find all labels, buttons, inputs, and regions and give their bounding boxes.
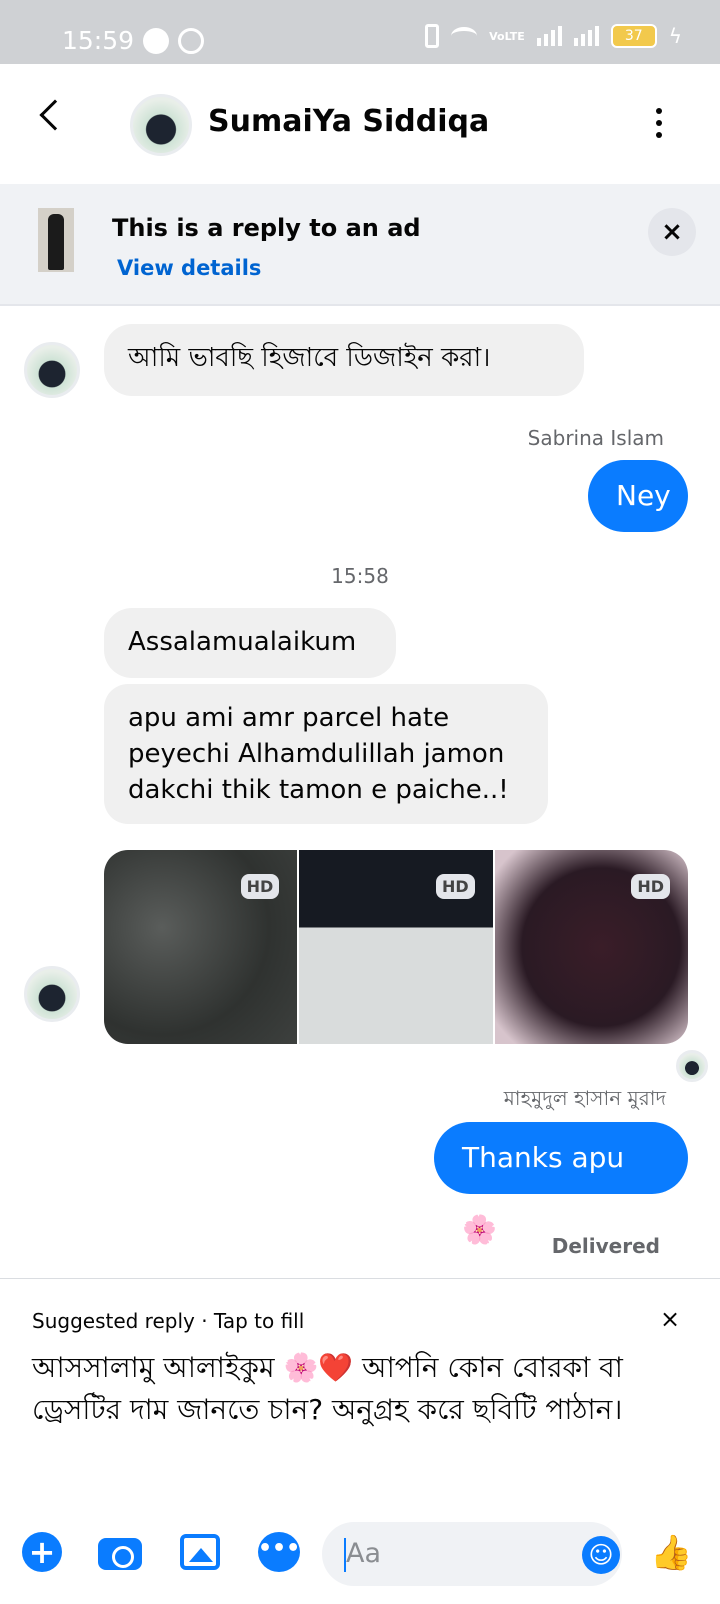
status-icons: VoLTE 37 ϟ bbox=[425, 24, 682, 48]
signal-icon-2 bbox=[573, 26, 599, 46]
more-options-icon[interactable] bbox=[656, 108, 662, 144]
seen-receipt-avatar bbox=[676, 1050, 708, 1082]
suggested-reply-label: Suggested reply · Tap to fill bbox=[32, 1309, 305, 1333]
photo-attachment[interactable]: HD bbox=[494, 850, 688, 1044]
gallery-icon[interactable] bbox=[180, 1534, 220, 1570]
message-timestamp: 15:58 bbox=[331, 564, 389, 588]
view-details-link[interactable]: View details bbox=[117, 256, 261, 280]
outgoing-message[interactable]: Thanks apu 🌸 bbox=[434, 1122, 688, 1246]
message-composer: + ••• Aa ☺ 👍 bbox=[0, 1500, 720, 1604]
delivery-status: Delivered bbox=[551, 1234, 660, 1258]
incoming-message[interactable]: Assalamualaikum bbox=[104, 608, 396, 678]
photo-attachment[interactable]: HD bbox=[299, 850, 493, 1044]
message-avatar[interactable] bbox=[24, 342, 80, 398]
charging-icon: ϟ bbox=[668, 24, 682, 48]
chat-header: SumaiYa Siddiqa bbox=[0, 64, 720, 184]
suggested-reply-panel: Suggested reply · Tap to fill × আসসালামু… bbox=[0, 1278, 720, 1500]
volte-icon: VoLTE bbox=[489, 29, 525, 43]
messenger-notification-icon bbox=[143, 28, 169, 54]
message-avatar[interactable] bbox=[24, 966, 80, 1022]
hd-badge: HD bbox=[240, 874, 280, 899]
ad-banner-title: This is a reply to an ad bbox=[112, 214, 421, 242]
hd-badge: HD bbox=[631, 874, 670, 899]
camera-icon[interactable] bbox=[98, 1538, 142, 1570]
ad-thumbnail[interactable] bbox=[38, 208, 74, 272]
ad-reply-banner: This is a reply to an ad View details × bbox=[0, 184, 720, 306]
incoming-message[interactable]: apu ami amr parcel hate peyechi Alhamdul… bbox=[104, 684, 548, 824]
outgoing-message[interactable]: Ney bbox=[588, 460, 688, 532]
incoming-message[interactable]: আমি ভাবছি হিজাবে ডিজাইন করা। bbox=[104, 324, 584, 396]
message-input[interactable]: Aa bbox=[322, 1522, 622, 1586]
wifi-icon bbox=[451, 27, 478, 45]
hd-badge: HD bbox=[435, 874, 475, 899]
status-bar: 15:59 VoLTE 37 ϟ bbox=[0, 0, 720, 64]
sender-name: মাহমুদুল হাসান মুরাদ bbox=[503, 1086, 666, 1110]
chat-bubble-icon[interactable]: ••• bbox=[258, 1532, 300, 1572]
emoji-icon[interactable]: ☺ bbox=[582, 1536, 620, 1574]
suggested-reply-text[interactable]: আসসালামু আলাইকুম 🌸❤️ আপনি কোন বোরকা বা ড… bbox=[32, 1347, 692, 1431]
status-time: 15:59 bbox=[62, 26, 135, 55]
plus-icon[interactable]: + bbox=[22, 1532, 62, 1572]
battery-icon: 37 bbox=[610, 24, 657, 48]
sender-name: Sabrina Islam bbox=[527, 426, 664, 450]
photo-attachments: HD HD HD bbox=[104, 850, 688, 1044]
close-icon[interactable]: × bbox=[660, 1305, 680, 1333]
contact-name[interactable]: SumaiYa Siddiqa bbox=[208, 104, 489, 139]
message-input-placeholder: Aa bbox=[346, 1538, 382, 1569]
signal-icon bbox=[536, 26, 562, 46]
vibrate-icon bbox=[425, 24, 440, 48]
photo-attachment[interactable]: HD bbox=[104, 850, 298, 1044]
close-banner-button[interactable]: × bbox=[648, 208, 696, 256]
like-icon[interactable]: 👍 bbox=[650, 1532, 692, 1574]
sync-notification-icon bbox=[178, 28, 204, 54]
back-arrow-icon[interactable] bbox=[39, 99, 71, 131]
contact-avatar[interactable] bbox=[130, 94, 192, 156]
